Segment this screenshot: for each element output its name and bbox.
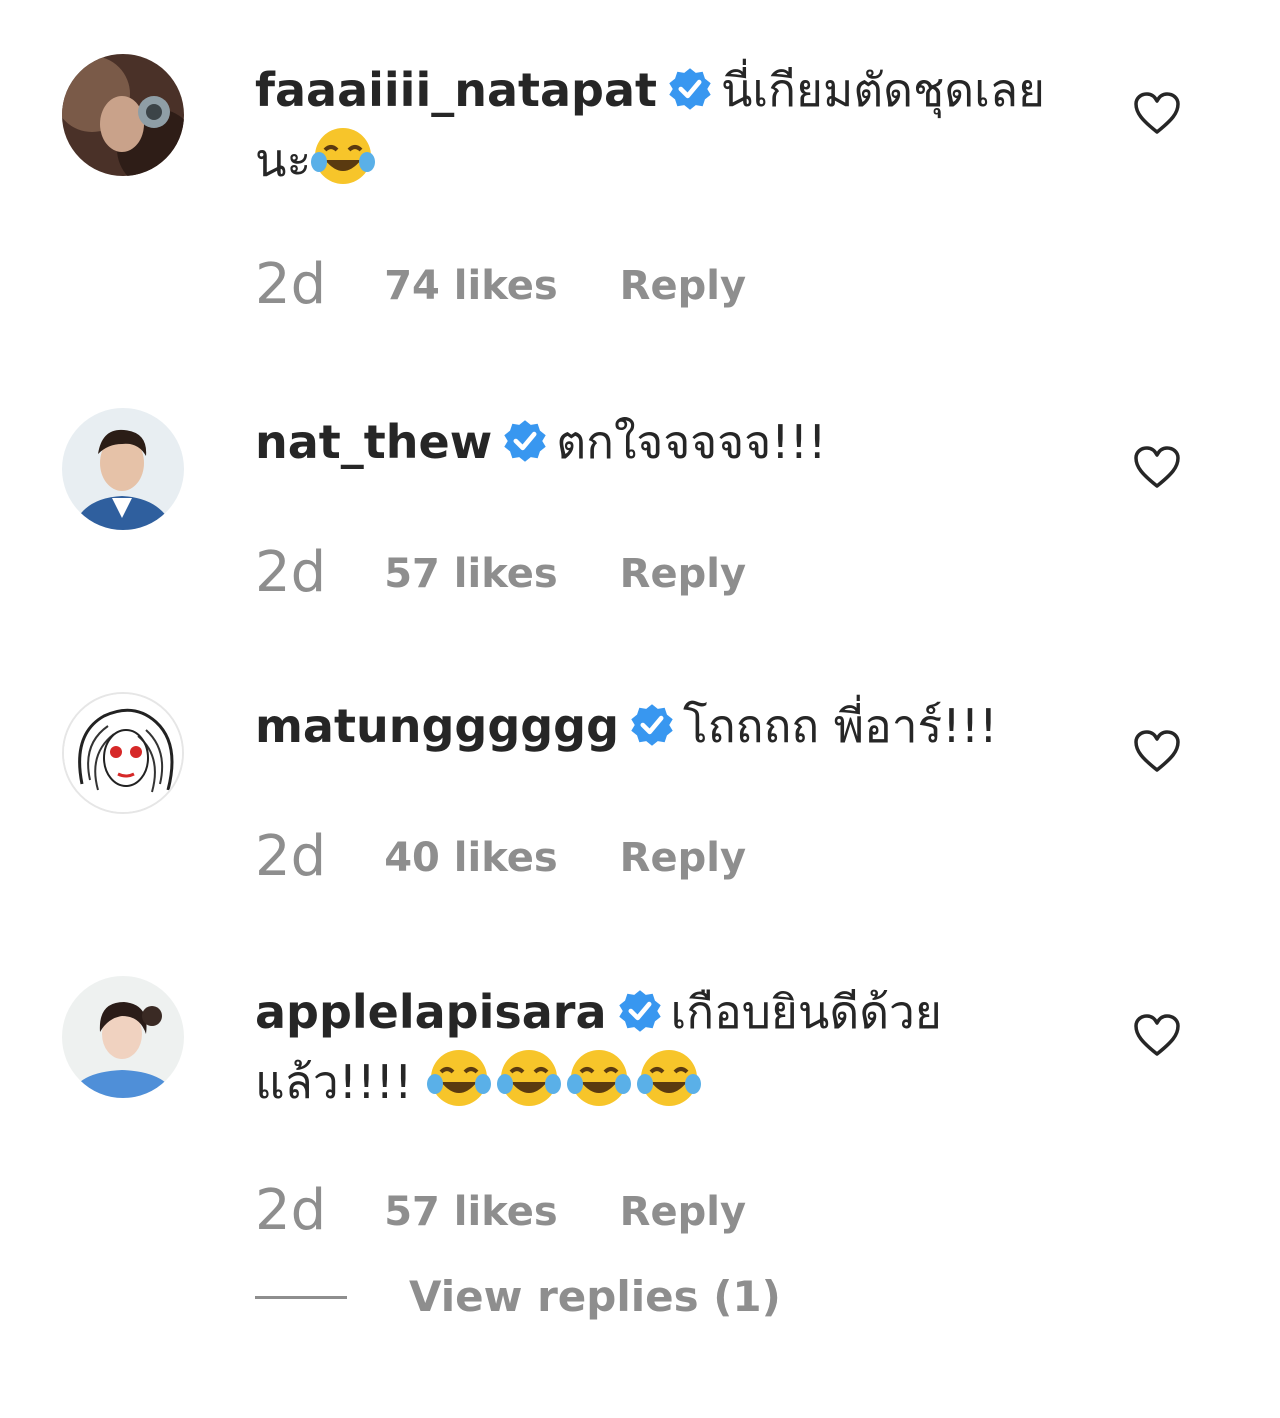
comment-text: faaaiiii_natapat นี่เกียมตัดชุดเลยนะ — [255, 56, 1055, 194]
verified-badge-icon — [667, 66, 713, 112]
reply-button[interactable]: Reply — [620, 551, 746, 597]
laughing-tears-emoji-icon — [427, 1046, 492, 1110]
verified-badge-icon — [629, 702, 675, 748]
heart-outline-icon[interactable] — [1132, 728, 1182, 774]
verified-badge-icon — [502, 418, 548, 464]
comment-meta: 2d 40 likes Reply — [255, 824, 746, 889]
likes-count[interactable]: 57 likes — [384, 1189, 557, 1235]
laughing-tears-emoji-icon — [637, 1046, 702, 1110]
heart-outline-icon[interactable] — [1132, 444, 1182, 490]
avatar[interactable] — [62, 692, 184, 814]
comment-meta: 2d 74 likes Reply — [255, 252, 746, 317]
view-replies-button[interactable]: View replies (1) — [255, 1272, 781, 1322]
heart-outline-icon[interactable] — [1132, 90, 1182, 136]
comment-text: nat_thew ตกใจจจจจ!!! — [255, 408, 1055, 476]
comment-time: 2d — [255, 540, 327, 605]
laughing-tears-emoji-icon — [497, 1046, 562, 1110]
reply-button[interactable]: Reply — [620, 1189, 746, 1235]
username[interactable]: nat_thew — [255, 415, 492, 469]
laughing-tears-emoji-icon — [567, 1046, 632, 1110]
comment-message: โถถถถ พี่อาร์!!! — [683, 699, 998, 753]
likes-count[interactable]: 74 likes — [384, 263, 557, 309]
username[interactable]: faaaiiii_natapat — [255, 63, 657, 117]
avatar[interactable] — [62, 408, 184, 530]
comment-meta: 2d 57 likes Reply — [255, 1178, 746, 1243]
likes-count[interactable]: 57 likes — [384, 551, 557, 597]
comment-time: 2d — [255, 252, 327, 317]
comment-time: 2d — [255, 1178, 327, 1243]
comment-meta: 2d 57 likes Reply — [255, 540, 746, 605]
comment-text: matungggggg โถถถถ พี่อาร์!!! — [255, 692, 1055, 760]
laughing-tears-emoji-icon — [311, 124, 376, 188]
username[interactable]: matungggggg — [255, 699, 619, 753]
verified-badge-icon — [617, 988, 663, 1034]
comment-text: applelapisara เกือบยินดีด้วยแล้ว!!!! — [255, 978, 1055, 1116]
heart-outline-icon[interactable] — [1132, 1012, 1182, 1058]
comment-message: ตกใจจจจจ!!! — [556, 415, 827, 469]
comment-time: 2d — [255, 824, 327, 889]
reply-button[interactable]: Reply — [620, 835, 746, 881]
username[interactable]: applelapisara — [255, 985, 607, 1039]
avatar[interactable] — [62, 54, 184, 176]
replies-divider-line — [255, 1296, 347, 1299]
view-replies-label: View replies (1) — [409, 1272, 781, 1321]
reply-button[interactable]: Reply — [620, 263, 746, 309]
likes-count[interactable]: 40 likes — [384, 835, 557, 881]
avatar[interactable] — [62, 976, 184, 1098]
